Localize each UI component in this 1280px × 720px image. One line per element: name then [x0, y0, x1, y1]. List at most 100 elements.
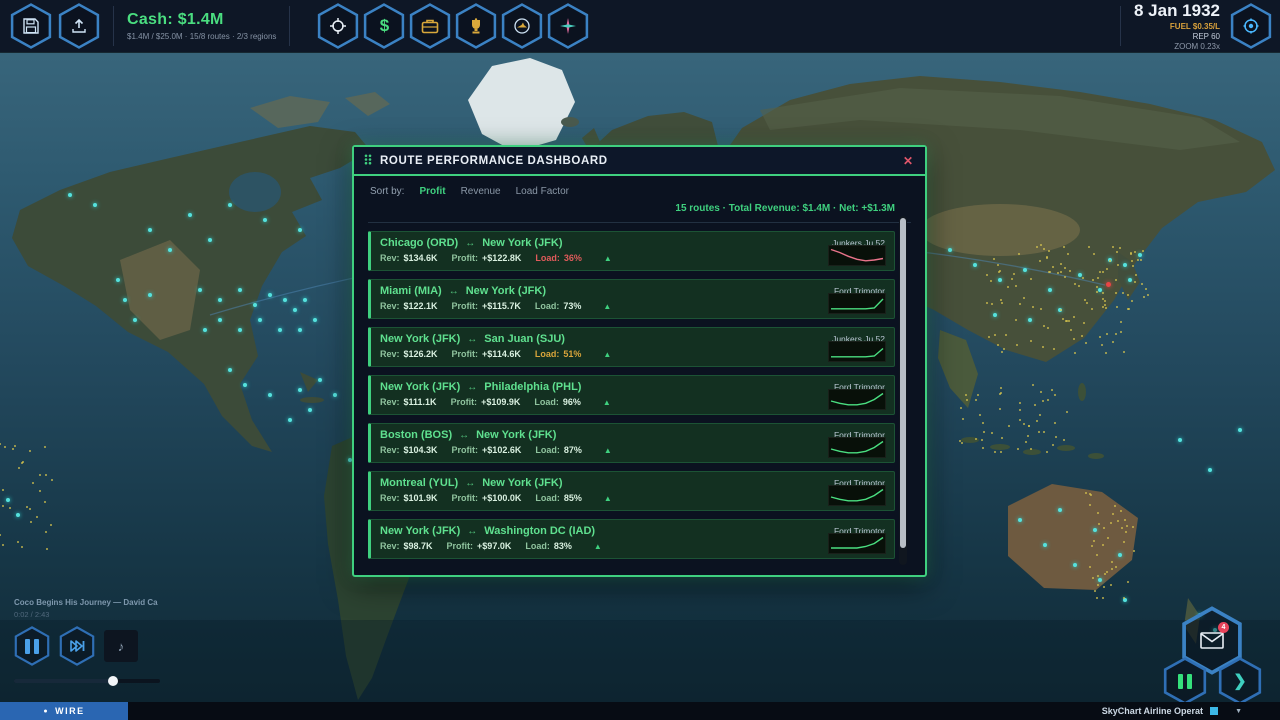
compass-star-icon — [559, 17, 577, 35]
airport-dot — [985, 273, 988, 276]
aircraft-market-button[interactable] — [501, 3, 543, 49]
airport-dot — [1063, 276, 1066, 279]
airport-dot — [29, 508, 32, 511]
route-arrow-icon: ↔ — [465, 238, 476, 249]
scrollbar[interactable] — [899, 216, 907, 565]
airport-dot — [168, 248, 172, 252]
volume-slider[interactable] — [14, 676, 160, 686]
music-toggle-button[interactable]: ♪ — [104, 630, 138, 662]
airport-dot — [1112, 245, 1115, 248]
airport-dot — [1022, 423, 1025, 426]
volume-thumb[interactable] — [108, 676, 119, 686]
airport-dot — [962, 417, 965, 420]
airport-dot — [1114, 278, 1117, 281]
routes-button[interactable] — [317, 3, 359, 49]
airport-dot — [1039, 244, 1042, 247]
airport-dot — [994, 451, 997, 454]
profit-value: +$97.0K — [477, 541, 512, 551]
drag-handle-icon[interactable] — [364, 152, 372, 170]
save-button[interactable] — [10, 3, 52, 49]
sort-option-profit[interactable]: Profit — [419, 186, 445, 197]
game-screen: Cash: $1.4M $1.4M / $25.0M · 15/8 routes… — [0, 0, 1280, 720]
route-arrow-icon: ↔ — [467, 334, 478, 345]
music-note-icon: ♪ — [117, 638, 125, 654]
airport-dot — [965, 393, 968, 396]
airport-dot — [1143, 296, 1146, 299]
airport-dot — [1060, 262, 1063, 265]
game-pause-button[interactable] — [1163, 657, 1207, 705]
load-label: Load: — [525, 541, 550, 551]
airport-dot — [1010, 277, 1013, 280]
advance-button[interactable]: ❯ — [1218, 657, 1262, 705]
close-icon[interactable]: ✕ — [901, 154, 915, 168]
achievements-button[interactable] — [455, 3, 497, 49]
airport-dot — [1053, 347, 1056, 350]
airport-dot — [1062, 246, 1065, 249]
fleet-button[interactable] — [409, 3, 451, 49]
airport-dot — [2, 504, 5, 507]
airport-dot — [22, 460, 25, 463]
settings-button[interactable] — [1230, 3, 1272, 49]
ticker-text-wrap[interactable]: SkyChart Airline Operat — [1102, 706, 1218, 716]
airport-dot — [982, 431, 985, 434]
airport-dot — [1050, 389, 1053, 392]
route-destination: New York (JFK) — [476, 429, 557, 441]
airport-dot — [1095, 285, 1098, 288]
route-card[interactable]: New York (JFK) ↔ San Juan (SJU) Junkers … — [368, 327, 895, 367]
airport-dot — [1106, 267, 1109, 270]
route-card[interactable]: Chicago (ORD) ↔ New York (JFK) Junkers J… — [368, 231, 895, 271]
profit-value: +$102.6K — [482, 445, 522, 455]
airport-dot — [1133, 250, 1136, 253]
airport-dot — [1069, 270, 1072, 273]
airport-dot — [1102, 271, 1105, 274]
wire-button[interactable]: ● WIRE — [0, 702, 128, 720]
route-card[interactable]: New York (JFK) ↔ Philadelphia (PHL) Ford… — [368, 375, 895, 415]
dashboard-body: Sort by: Profit Revenue Load Factor 15 rou… — [354, 176, 925, 575]
airport-dot — [1053, 421, 1056, 424]
airport-dot — [278, 328, 282, 332]
airport-dot — [1102, 292, 1105, 295]
airport-dot — [1110, 521, 1113, 524]
airport-dot — [1146, 293, 1149, 296]
airport-dot — [1097, 574, 1100, 577]
profit-label: Profit: — [451, 253, 479, 263]
top-bar: Cash: $1.4M $1.4M / $25.0M · 15/8 routes… — [0, 0, 1280, 52]
rev-label: Rev: — [380, 349, 400, 359]
airport-dot — [288, 418, 292, 422]
airport-dot — [1029, 340, 1032, 343]
pause-button[interactable] — [14, 626, 50, 666]
airport-dot — [1093, 540, 1096, 543]
airport-dot — [1026, 435, 1029, 438]
airport-dot — [308, 408, 312, 412]
next-track-button[interactable] — [59, 626, 95, 666]
airport-dot — [1038, 430, 1041, 433]
airport-dot — [1045, 256, 1048, 259]
new-route-button[interactable] — [547, 3, 589, 49]
airport-dot — [1000, 437, 1003, 440]
dashboard-titlebar[interactable]: ROUTE PERFORMANCE DASHBOARD ✕ — [354, 147, 925, 176]
route-card[interactable]: New York (JFK) ↔ Washington DC (IAD) For… — [368, 519, 895, 559]
scrollbar-thumb[interactable] — [900, 218, 906, 548]
airport-dot — [1097, 584, 1100, 587]
airport-dot — [1034, 403, 1037, 406]
route-card[interactable]: Montreal (YUL) ↔ New York (JFK) Ford Tri… — [368, 471, 895, 511]
airport-dot — [1040, 307, 1043, 310]
sort-option-revenue[interactable]: Revenue — [461, 186, 501, 197]
airport-dot — [996, 264, 999, 267]
ticker-dropdown-icon[interactable]: ▼ — [1235, 708, 1242, 715]
finance-button[interactable]: $ — [363, 3, 405, 49]
airport-dot — [26, 506, 29, 509]
airport-dot — [1025, 440, 1028, 443]
airport-dot — [1052, 444, 1055, 447]
airport-dot — [116, 278, 120, 282]
airport-dot — [198, 288, 202, 292]
load-button[interactable] — [58, 3, 100, 49]
route-sparkline — [828, 389, 886, 410]
airport-dot — [990, 302, 993, 305]
route-card[interactable]: Miami (MIA) ↔ New York (JFK) Ford Trimot… — [368, 279, 895, 319]
airport-dot — [1145, 287, 1148, 290]
route-card[interactable]: Boston (BOS) ↔ New York (JFK) Ford Trimo… — [368, 423, 895, 463]
airport-dot — [1089, 493, 1092, 496]
route-sparkline — [828, 245, 886, 266]
sort-option-load-factor[interactable]: Load Factor — [516, 186, 569, 197]
